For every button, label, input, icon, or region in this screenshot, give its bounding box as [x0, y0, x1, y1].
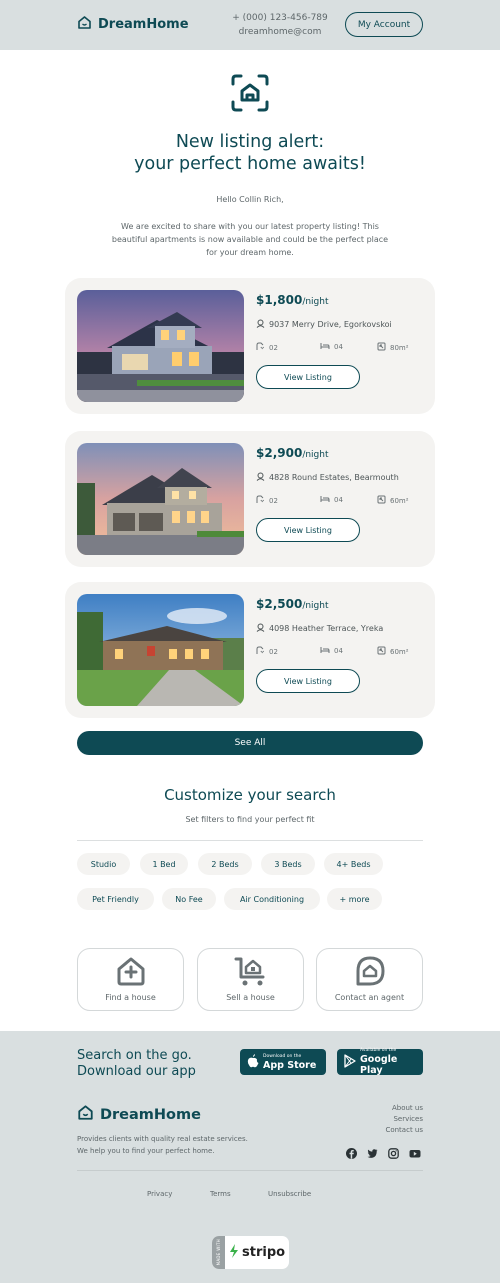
contact-link[interactable]: Contact us [330, 1125, 423, 1136]
listing-baths: 02 [256, 495, 278, 506]
area-icon [377, 342, 386, 353]
terms-link[interactable]: Terms [210, 1190, 231, 1198]
header-email[interactable]: dreamhome@com [230, 25, 330, 39]
stripo-badge[interactable]: MADE WITH stripo [212, 1236, 289, 1269]
cart-house-icon [234, 955, 268, 991]
chat-house-icon [354, 955, 386, 991]
header: DreamHome + (000) 123-456-789 dreamhome@… [0, 0, 500, 50]
listing-baths: 02 [256, 646, 278, 657]
filter-chip-more[interactable]: + more [327, 888, 382, 910]
location-icon [256, 472, 265, 483]
social-links [346, 1144, 421, 1163]
listing-beds: 04 [320, 646, 343, 656]
header-phone[interactable]: + (000) 123-456-789 [230, 11, 330, 25]
find-house-tile[interactable]: Find a house [77, 948, 184, 1011]
sell-house-label: Sell a house [226, 993, 275, 1002]
listing-price: $2,500/night [256, 597, 329, 611]
footer-links: About us Services Contact us [330, 1103, 423, 1136]
privacy-link[interactable]: Privacy [147, 1190, 172, 1198]
filter-chip-pet-friendly[interactable]: Pet Friendly [77, 888, 154, 910]
house-plus-icon [115, 955, 147, 991]
listing-address: 9037 Merry Drive, Egorkovskoi [256, 319, 392, 330]
home-smile-icon [77, 15, 92, 34]
hero-title: New listing alert: your perfect home awa… [134, 132, 366, 174]
customize-subtitle: Set filters to find your perfect fit [185, 815, 315, 824]
find-house-label: Find a house [105, 993, 156, 1002]
location-icon [256, 319, 265, 330]
instagram-icon[interactable] [388, 1144, 399, 1163]
filter-chip-4-plus-beds[interactable]: 4+ Beds [324, 853, 383, 875]
sell-house-tile[interactable]: Sell a house [197, 948, 304, 1011]
area-icon [377, 495, 386, 506]
view-listing-button[interactable]: View Listing [256, 669, 360, 693]
unsubscribe-link[interactable]: Unsubscribe [268, 1190, 311, 1198]
my-account-button[interactable]: My Account [345, 12, 423, 37]
listing-area: 60m² [377, 646, 409, 657]
google-play-button[interactable]: Available on the Google Play [337, 1048, 423, 1076]
filter-chip-1-bed[interactable]: 1 Bed [140, 853, 188, 875]
shower-icon [256, 646, 265, 657]
see-all-button[interactable]: See All [77, 731, 423, 755]
location-icon [256, 623, 265, 634]
listing-beds: 04 [320, 342, 343, 352]
listing-address: 4828 Round Estates, Bearmouth [256, 472, 399, 483]
bed-icon [320, 342, 330, 352]
bed-icon [320, 495, 330, 505]
stripo-wordmark: stripo [242, 1245, 286, 1260]
filter-chip-3-beds[interactable]: 3 Beds [261, 853, 315, 875]
home-scan-icon [231, 74, 269, 116]
twitter-icon[interactable] [367, 1144, 378, 1163]
listing-photo[interactable] [77, 290, 244, 402]
header-contact: + (000) 123-456-789 dreamhome@com [230, 11, 330, 39]
listing-beds: 04 [320, 495, 343, 505]
listing-price: $1,800/night [256, 293, 329, 307]
facebook-icon[interactable] [346, 1144, 357, 1163]
view-listing-button[interactable]: View Listing [256, 518, 360, 542]
services-link[interactable]: Services [330, 1114, 423, 1125]
listing-photo[interactable] [77, 594, 244, 706]
view-listing-button[interactable]: View Listing [256, 365, 360, 389]
app-store-button[interactable]: Download on the App Store [240, 1049, 326, 1075]
stripo-logo-icon [229, 1243, 239, 1262]
contact-agent-tile[interactable]: Contact an agent [316, 948, 423, 1011]
header-brand: DreamHome [98, 17, 189, 32]
google-play-icon [344, 1053, 356, 1072]
header-logo[interactable]: DreamHome [77, 15, 189, 34]
shower-icon [256, 342, 265, 353]
about-link[interactable]: About us [330, 1103, 423, 1114]
listing-baths: 02 [256, 342, 278, 353]
footer-divider [77, 1170, 423, 1171]
listing-card: $2,500/night 4098 Heather Terrace, Yreka… [65, 582, 435, 718]
listing-area: 80m² [377, 342, 409, 353]
footer-brand: DreamHome [100, 1106, 201, 1123]
filter-chip-studio[interactable]: Studio [77, 853, 130, 875]
greeting: Hello Collin Rich, [216, 195, 284, 204]
youtube-icon[interactable] [409, 1144, 421, 1163]
intro-text: We are excited to share with you our lat… [111, 222, 389, 257]
area-icon [377, 646, 386, 657]
listing-price: $2,900/night [256, 446, 329, 460]
listing-card: $2,900/night 4828 Round Estates, Bearmou… [65, 431, 435, 567]
footer-description: Provides clients with quality real estat… [77, 1135, 248, 1155]
home-smile-icon [77, 1104, 94, 1125]
app-promo-text: Search on the go. Download our app [77, 1048, 196, 1079]
contact-agent-label: Contact an agent [334, 993, 405, 1002]
listing-card: $1,800/night 9037 Merry Drive, Egorkovsk… [65, 278, 435, 414]
filter-chip-no-fee[interactable]: No Fee [162, 888, 216, 910]
shower-icon [256, 495, 265, 506]
divider [77, 840, 423, 841]
listing-address: 4098 Heather Terrace, Yreka [256, 623, 383, 634]
listing-area: 60m² [377, 495, 409, 506]
bed-icon [320, 646, 330, 656]
stripo-tag: MADE WITH [216, 1239, 221, 1266]
filter-chip-air-conditioning[interactable]: Air Conditioning [224, 888, 320, 910]
apple-icon [247, 1053, 259, 1072]
customize-title: Customize your search [164, 786, 336, 804]
footer-logo[interactable]: DreamHome [77, 1104, 201, 1125]
filter-chip-2-beds[interactable]: 2 Beds [198, 853, 252, 875]
listing-photo[interactable] [77, 443, 244, 555]
